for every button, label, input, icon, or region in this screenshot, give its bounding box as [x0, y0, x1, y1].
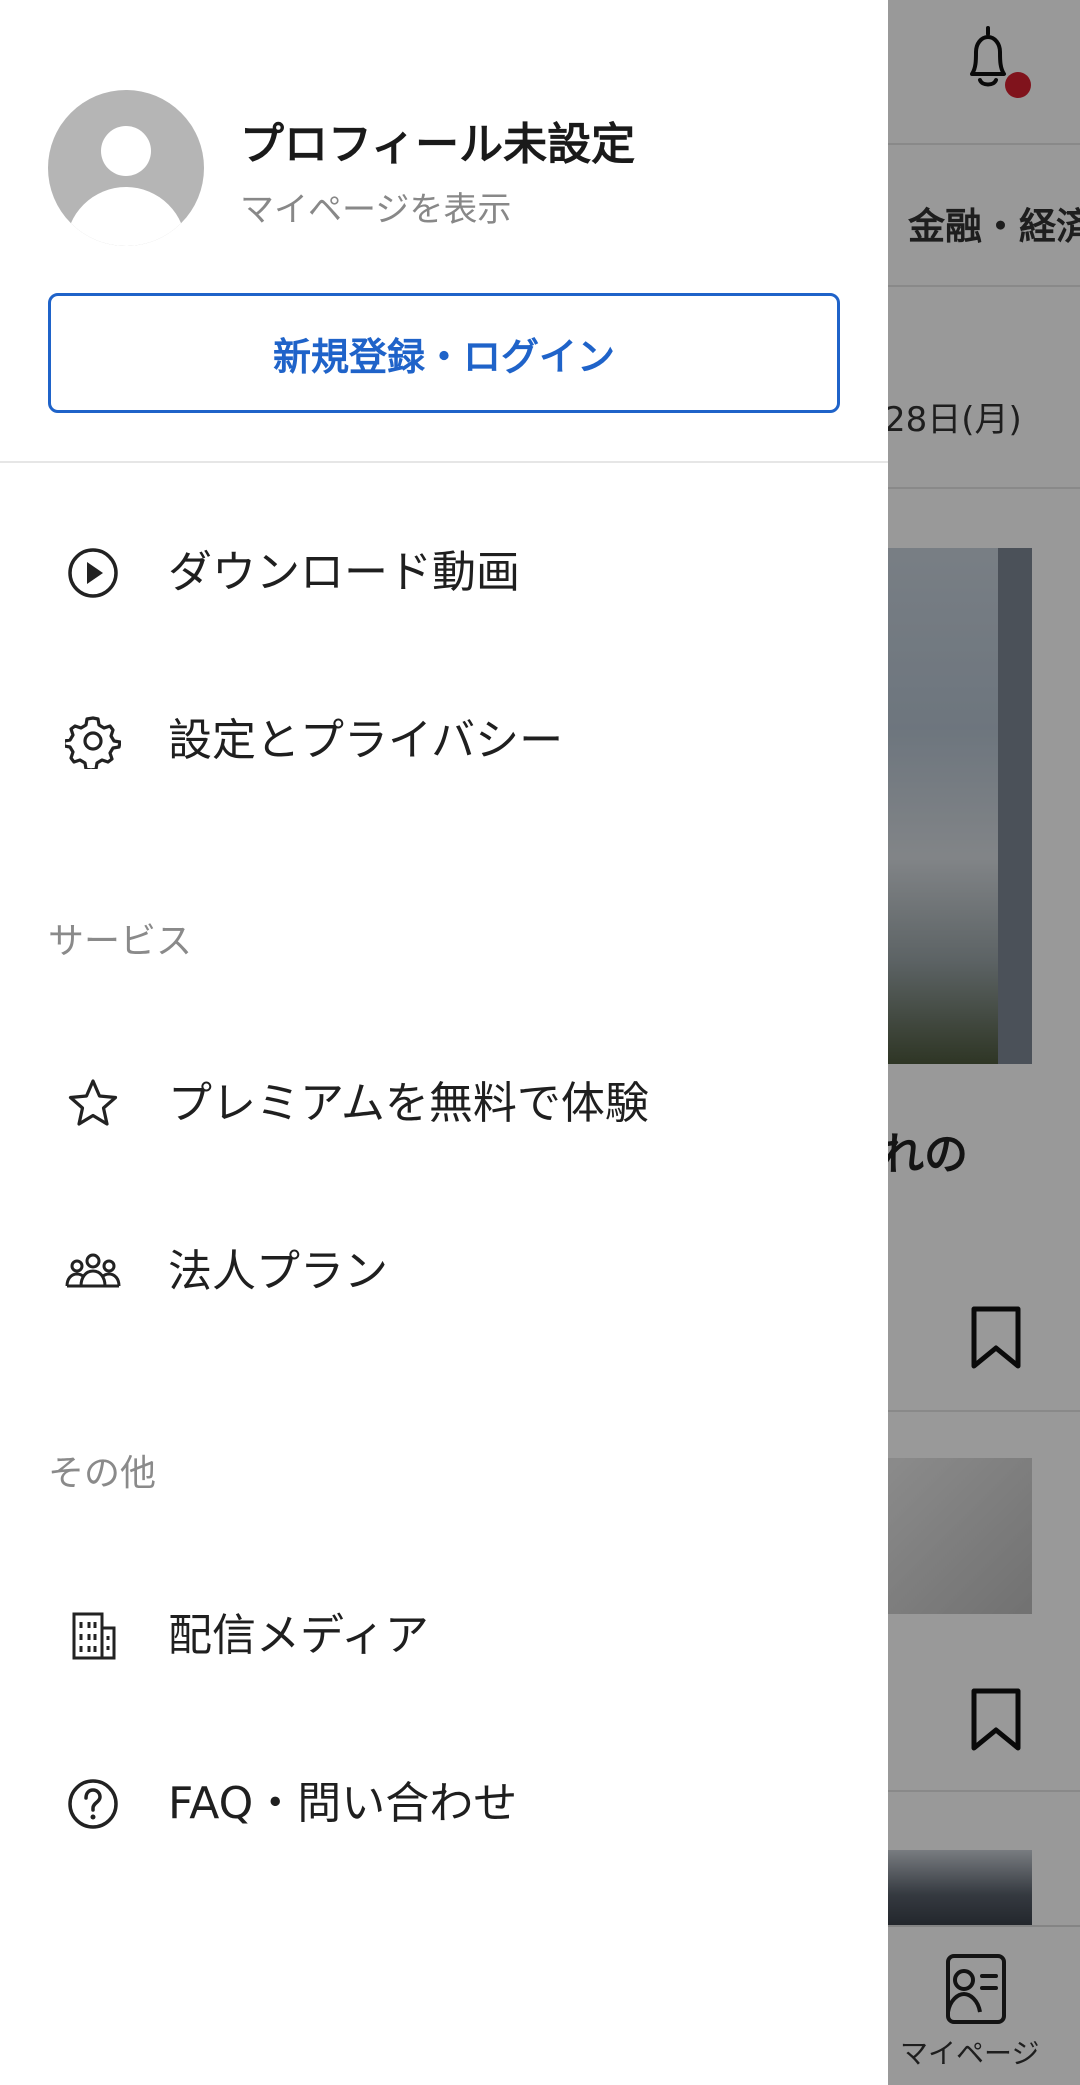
section-title-services: サービス	[48, 921, 193, 962]
avatar-head	[101, 126, 151, 176]
star-icon	[68, 1079, 118, 1126]
menu-item-label: ダウンロード動画	[168, 547, 520, 598]
section-title-other: その他	[48, 1453, 157, 1494]
group-icon	[65, 1253, 121, 1288]
app-screen: 金融・経済 28日(月) れの マイページ プロフィール未設定 マイページを表示…	[0, 0, 1080, 2085]
menu-item-label: 設定とプライバシー	[168, 715, 564, 766]
menu-item-settings[interactable]: 設定とプライバシー	[0, 681, 888, 801]
menu-item-label: 法人プラン	[168, 1246, 388, 1297]
avatar-body	[66, 187, 186, 246]
menu-item-label: プレミアムを無料で体験	[168, 1078, 649, 1129]
menu-item-faq[interactable]: FAQ・問い合わせ	[0, 1744, 888, 1864]
profile-name[interactable]: プロフィール未設定	[240, 108, 635, 172]
menu-item-downloads[interactable]: ダウンロード動画	[0, 513, 888, 633]
gear-icon	[65, 716, 121, 769]
menu-item-corporate-plan[interactable]: 法人プラン	[0, 1212, 888, 1332]
menu-item-media[interactable]: 配信メディア	[0, 1576, 888, 1696]
side-drawer: プロフィール未設定 マイページを表示 新規登録・ログイン ダウンロード動画 設定…	[0, 0, 888, 2085]
avatar[interactable]	[48, 90, 204, 246]
help-circle-icon	[68, 1779, 118, 1829]
menu-item-label: 配信メディア	[168, 1610, 429, 1661]
menu-item-label: FAQ・問い合わせ	[168, 1778, 518, 1829]
menu-item-premium[interactable]: プレミアムを無料で体験	[0, 1044, 888, 1164]
drawer-divider	[0, 461, 888, 463]
signup-login-button[interactable]: 新規登録・ログイン	[48, 293, 840, 413]
mypage-link[interactable]: マイページを表示	[240, 182, 511, 231]
play-circle-icon	[68, 548, 118, 598]
building-icon	[72, 1612, 116, 1660]
